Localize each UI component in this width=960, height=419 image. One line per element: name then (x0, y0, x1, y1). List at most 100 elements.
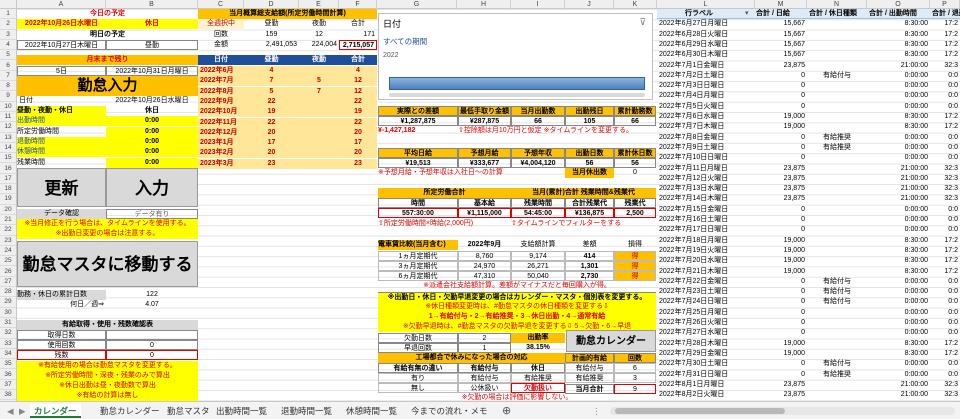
row-header[interactable]: 16 (0, 164, 16, 174)
pivot-daily-wage[interactable]: 19,000 (755, 236, 807, 246)
pivot-end-time[interactable]: 0:0 (930, 215, 960, 225)
pivot-end-time[interactable]: 0:0 (930, 318, 960, 328)
input-button[interactable]: 入力 (106, 168, 198, 207)
row-header[interactable]: 13 (0, 133, 16, 143)
column-header[interactable]: K (614, 0, 657, 9)
row-header[interactable]: 29 (0, 297, 16, 308)
pivot-start-time[interactable]: 8:30:00 (867, 40, 930, 50)
pivot-end-time[interactable]: 32:3 (930, 194, 960, 204)
factory-row-cell[interactable]: 欠勤扱い (511, 383, 565, 394)
pivot-row-label[interactable]: 2022年7月15日金曜日 (657, 205, 755, 215)
pivot-holiday-type[interactable]: 有給付与 (807, 71, 867, 81)
pivot-daily-wage[interactable]: 15,667 (755, 30, 807, 40)
pivot-end-time[interactable]: 32:3 (930, 390, 960, 400)
pivot-end-time[interactable]: 32:3 (930, 380, 960, 390)
pivot-daily-wage[interactable]: 0 (755, 71, 807, 81)
pivot-row-label[interactable]: 2022年7月31日日曜日 (657, 370, 755, 380)
pivot-row-label[interactable]: 2022年7月4日月曜日 (657, 91, 755, 101)
column-header[interactable]: O (867, 0, 930, 9)
salary-row-date[interactable]: 2022年9月 (198, 96, 244, 107)
row-header[interactable]: 17 (0, 174, 16, 185)
salary-amount-total[interactable]: 2,715,057 (339, 40, 377, 50)
pivot-row-label[interactable]: 2022年7月26日火曜日 (657, 318, 755, 328)
row-header[interactable]: 26 (0, 267, 16, 277)
pivot-start-time[interactable]: 8:30:00 (867, 236, 930, 246)
r3-value[interactable]: 557:30:00 (378, 208, 458, 219)
row-header[interactable]: 20 (0, 205, 16, 215)
data-check-value[interactable]: データ有り (106, 209, 198, 219)
pivot-daily-wage[interactable]: 23,875 (755, 184, 807, 194)
pivot-daily-wage[interactable]: 0 (755, 205, 807, 215)
pivot-daily-wage[interactable]: 19,000 (755, 339, 807, 349)
pivot-holiday-type[interactable] (807, 153, 867, 163)
pivot-end-time[interactable]: 0:0 (930, 205, 960, 215)
pivot-daily-wage[interactable]: 15,667 (755, 19, 807, 29)
pivot-daily-wage[interactable]: 19,000 (755, 267, 807, 277)
salary-row-date[interactable]: 2022年11月 (198, 117, 244, 128)
pivot-holiday-type[interactable] (807, 61, 867, 71)
pivot-end-time[interactable]: 17:2 (930, 349, 960, 359)
r1-value[interactable]: ¥1,287,875 (378, 116, 458, 127)
pivot-end-time[interactable]: 0:0 (930, 308, 960, 318)
pivot-daily-wage[interactable]: 0 (755, 91, 807, 101)
pivot-start-time[interactable]: 8:30:00 (867, 19, 930, 29)
pivot-end-time[interactable]: 17:2 (930, 30, 960, 40)
factory-row-cell[interactable]: 有り (378, 373, 458, 383)
row-header[interactable]: 10 (0, 102, 16, 112)
timeline-scrollbar[interactable] (389, 93, 645, 97)
pivot-start-time[interactable]: 0:00:00 (867, 81, 930, 91)
train-row-cell[interactable]: 2,730 (565, 271, 614, 282)
row-header[interactable]: 2 (0, 19, 16, 30)
pivot-daily-wage[interactable]: 23,875 (755, 174, 807, 184)
pivot-end-time[interactable]: 0:0 (930, 359, 960, 369)
factory-row-cell[interactable]: 有給推奨 (511, 373, 565, 383)
pivot-daily-wage[interactable]: 0 (755, 308, 807, 318)
pivot-start-time[interactable]: 0:00:00 (867, 71, 930, 81)
train-row-cell[interactable]: 1,301 (565, 260, 614, 271)
r2-value[interactable]: ¥4,004,120 (511, 158, 565, 169)
pivot-row-label[interactable]: 2022年7月29日金曜日 (657, 349, 755, 359)
timeline-bar[interactable] (389, 77, 645, 90)
pivot-row-label[interactable]: 2022年7月17日日曜日 (657, 225, 755, 235)
pivot-daily-wage[interactable]: 19,000 (755, 122, 807, 132)
pivot-daily-wage[interactable]: 23,875 (755, 164, 807, 174)
filter-clear-icon[interactable]: ⊽ (639, 17, 646, 28)
pivot-holiday-type[interactable] (807, 328, 867, 338)
tab-kintai-calendar[interactable]: 勤怠カレンダー (96, 404, 164, 418)
pivot-holiday-type[interactable] (807, 308, 867, 318)
row-header[interactable]: 24 (0, 246, 16, 257)
tab-break-times[interactable]: 休憩時間一覧 (342, 404, 401, 418)
train-row-cell[interactable]: 得 (614, 271, 656, 282)
salary-row-date[interactable]: 2022年8月 (198, 86, 244, 97)
pivot-daily-wage[interactable]: 19,000 (755, 246, 807, 256)
pivot-row-label[interactable]: 2022年7月5日火曜日 (657, 102, 755, 112)
pivot-end-time[interactable]: 17:2 (930, 122, 960, 132)
row-header[interactable]: 9 (0, 91, 16, 102)
pivot-row-label[interactable]: 2022年6月27日月曜日 (657, 19, 755, 29)
salary-row-date[interactable]: 2023年1月 (198, 138, 244, 149)
pivot-row-label[interactable]: 2022年6月29日水曜日 (657, 40, 755, 50)
column-header[interactable]: G (377, 0, 457, 9)
row-header[interactable]: 8 (0, 81, 16, 92)
r1-value[interactable]: ¥287,875 (458, 116, 511, 127)
pivot-holiday-type[interactable] (807, 50, 867, 60)
pivot-end-time[interactable]: 0:0 (930, 133, 960, 143)
pivot-holiday-type[interactable] (807, 380, 867, 390)
pivot-daily-wage[interactable]: 0 (755, 277, 807, 287)
pivot-start-time[interactable]: 8:30:00 (867, 339, 930, 349)
row-header[interactable]: 23 (0, 236, 16, 246)
pivot-holiday-type[interactable] (807, 102, 867, 112)
factory-row-cell[interactable]: 無し (378, 383, 458, 394)
row-header[interactable]: 30 (0, 308, 16, 318)
pivot-row-label[interactable]: 2022年7月14日木曜日 (657, 194, 755, 204)
pivot-start-time[interactable]: 0:00:00 (867, 153, 930, 163)
pivot-daily-wage[interactable]: 0 (755, 287, 807, 297)
pivot-holiday-type[interactable] (807, 164, 867, 174)
row-header[interactable]: 11 (0, 112, 16, 123)
next-sheet-icon[interactable]: ▶ (15, 404, 30, 418)
out-value[interactable]: 0:00 (106, 116, 198, 126)
horizontal-scrollbar[interactable] (610, 407, 955, 415)
pivot-holiday-type[interactable]: 有給付与 (807, 287, 867, 297)
column-header[interactable]: F (339, 0, 377, 9)
salary-row-date[interactable]: 2022年7月 (198, 76, 244, 87)
